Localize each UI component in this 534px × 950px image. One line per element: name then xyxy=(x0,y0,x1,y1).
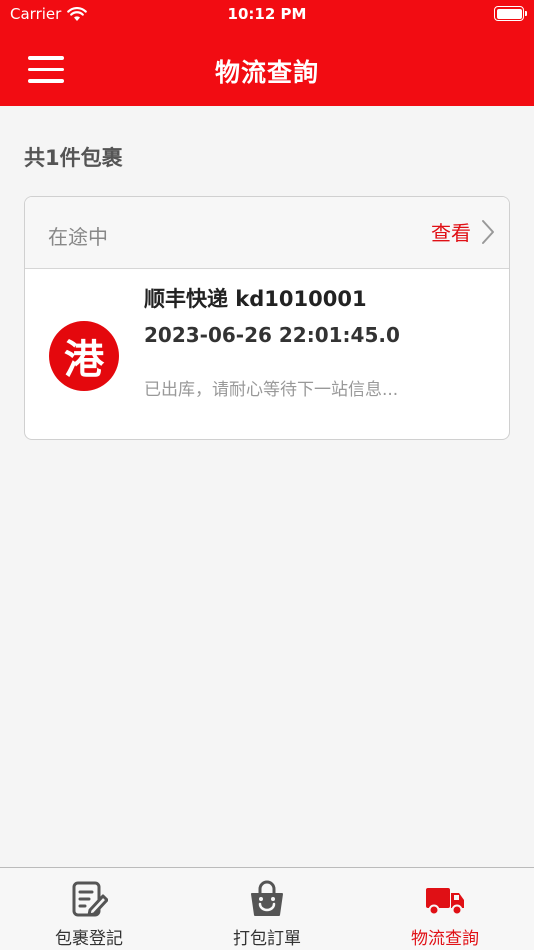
tab-logistics-query[interactable]: 物流查詢 xyxy=(356,868,534,950)
package-card-body: 港 顺丰快递 kd1010001 2023-06-26 22:01:45.0 已… xyxy=(25,269,509,439)
app-header: Carrier 10:12 PM 物流查詢 xyxy=(0,0,534,106)
status-bar: Carrier 10:12 PM xyxy=(0,0,534,30)
page-title: 物流查詢 xyxy=(214,58,319,87)
nav-bar: 物流查詢 xyxy=(0,36,534,106)
status-time: 10:12 PM xyxy=(227,5,307,23)
courier-tracking: 顺丰快递 kd1010001 xyxy=(144,287,367,311)
view-details-button[interactable]: 查看 xyxy=(431,217,495,246)
shopping-bag-icon xyxy=(251,880,283,916)
truck-icon xyxy=(426,888,464,916)
battery-icon xyxy=(494,6,527,21)
tab-label: 物流查詢 xyxy=(411,929,479,949)
package-card-header: 在途中 查看 xyxy=(25,197,509,269)
tab-bar: 包裹登記 打包訂單 物流查詢 xyxy=(0,867,534,950)
chevron-right-icon xyxy=(482,219,494,244)
tab-label: 包裹登記 xyxy=(55,929,123,949)
tab-package-register[interactable]: 包裹登記 xyxy=(0,868,178,950)
package-status: 在途中 xyxy=(48,225,108,249)
courier-logo: 港 xyxy=(49,321,119,391)
tab-label: 打包訂單 xyxy=(233,929,301,949)
tracking-message: 已出库，请耐心等待下一站信息... xyxy=(144,380,399,400)
tab-pack-orders[interactable]: 打包訂單 xyxy=(178,868,356,950)
package-count: 共1件包裹 xyxy=(24,146,123,170)
view-details-label: 查看 xyxy=(431,221,471,245)
package-card[interactable]: 在途中 查看 港 顺丰快递 kd1010001 2023-06-26 22:01… xyxy=(24,196,510,440)
form-edit-icon xyxy=(72,881,108,917)
tracking-datetime: 2023-06-26 22:01:45.0 xyxy=(144,323,400,347)
